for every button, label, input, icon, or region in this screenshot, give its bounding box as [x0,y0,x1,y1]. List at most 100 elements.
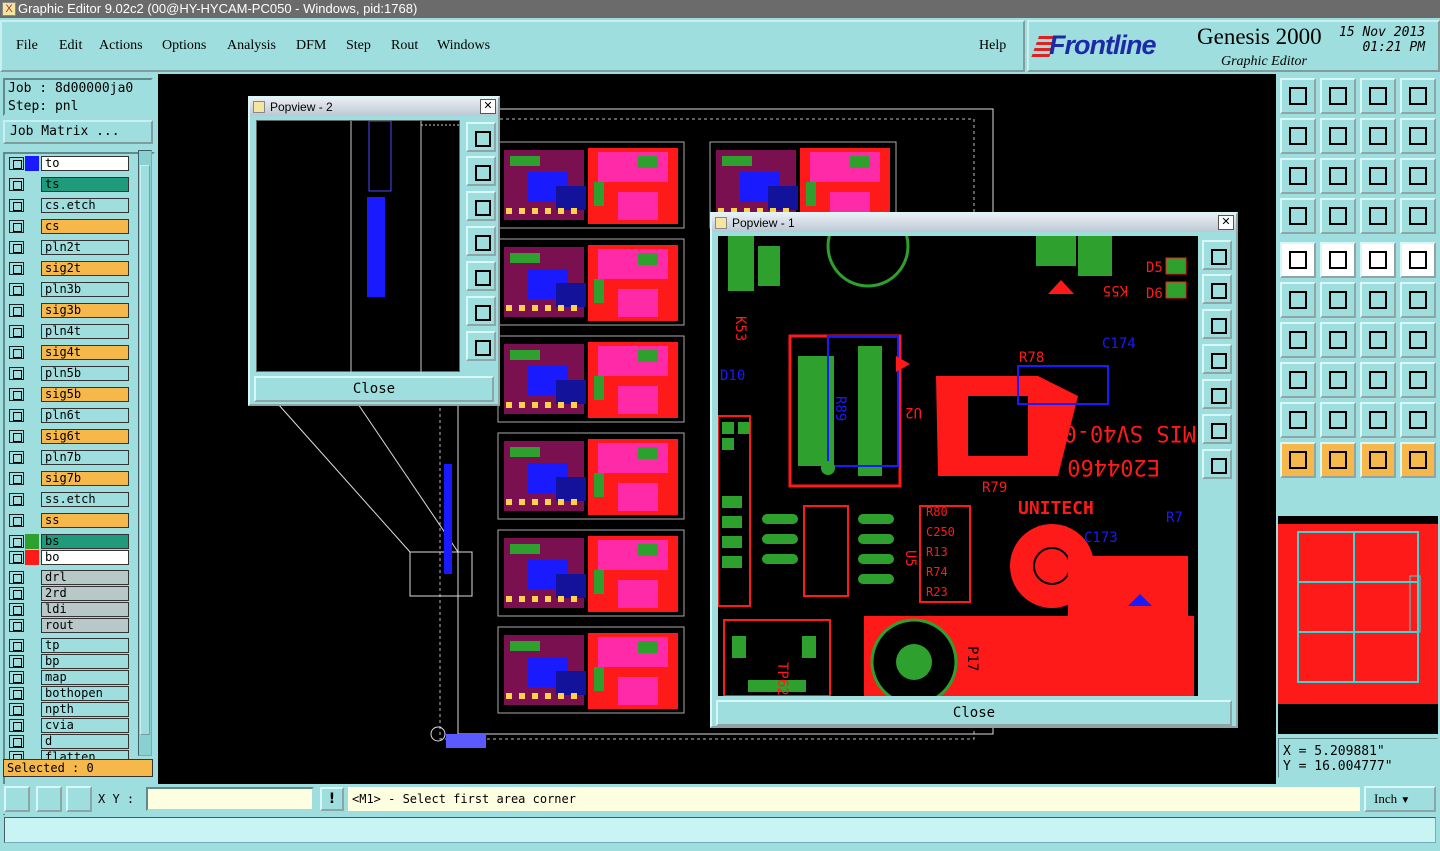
layer-row-cvia[interactable]: cvia [9,718,129,733]
layer-name[interactable]: sig4t [41,345,129,360]
layer-checkbox[interactable] [9,719,24,732]
overview-map[interactable] [1278,516,1438,734]
split-view-icon[interactable] [1400,78,1436,114]
measure-icon[interactable] [36,786,62,812]
layers-a-icon[interactable] [1360,198,1396,234]
layer-row-sig7b[interactable]: sig7b [9,471,129,486]
layer-row-ss[interactable]: ss [9,513,129,528]
layer-name[interactable]: to [41,156,129,171]
angle-b-icon[interactable] [1320,322,1356,358]
layer-name[interactable]: bothopen [41,686,129,701]
layer-row-d[interactable]: d [9,734,129,749]
layer-row-pln2t[interactable]: pln2t [9,240,129,255]
pointer-a-icon[interactable] [1280,442,1316,478]
grid-icon[interactable] [66,786,92,812]
popview-1-titlebar[interactable]: Popview - 1 ✕ [712,214,1236,232]
popview-2-tool-3[interactable] [466,191,496,221]
circle-icon[interactable] [1400,242,1436,278]
layer-name[interactable]: sig5b [41,387,129,402]
layer-row-sig2t[interactable]: sig2t [9,261,129,276]
layer-row-pln3b[interactable]: pln3b [9,282,129,297]
layer-row-ldi[interactable]: ldi [9,602,129,617]
layer-name[interactable]: bp [41,654,129,669]
layer-checkbox[interactable] [9,409,24,422]
layer-name[interactable]: d [41,734,129,749]
angle-a-icon[interactable] [1280,322,1316,358]
layer-name[interactable]: ss.etch [41,492,129,507]
ruler-icon[interactable] [1360,242,1396,278]
close-icon[interactable]: ✕ [1218,215,1234,230]
popview-1-tool-3[interactable] [1202,309,1232,339]
popview-2-canvas[interactable] [256,120,461,373]
layer-checkbox[interactable] [9,655,24,668]
layer-name[interactable]: cvia [41,718,129,733]
menu-analysis[interactable]: Analysis [227,38,276,54]
undo-icon[interactable] [1280,118,1316,154]
layer-checkbox[interactable] [9,199,24,212]
layer-name[interactable]: bs [41,534,129,549]
layer-name[interactable]: sig3b [41,303,129,318]
layer-name[interactable]: pln7b [41,450,129,465]
pointer-d-icon[interactable] [1400,442,1436,478]
triangle-d-icon[interactable] [1400,402,1436,438]
layer-row-bo[interactable]: bo [9,550,129,565]
popview-2-tool-1[interactable] [466,122,496,152]
layer-checkbox[interactable] [9,571,24,584]
popview-1-tool-7[interactable] [1202,449,1232,479]
redo-icon[interactable] [1320,118,1356,154]
layer-name[interactable]: pln2t [41,240,129,255]
triangle-c-icon[interactable] [1360,402,1396,438]
layer-checkbox[interactable] [9,241,24,254]
layer-row-2rd[interactable]: 2rd [9,586,129,601]
scale-icon[interactable] [1360,158,1396,194]
swap-icon[interactable] [1360,118,1396,154]
layer-checkbox[interactable] [9,283,24,296]
popview-2-tool-4[interactable] [466,226,496,256]
popview-2-tool-2[interactable] [466,156,496,186]
scrollbar-thumb[interactable] [140,165,150,735]
layer-checkbox[interactable] [9,671,24,684]
close-icon[interactable]: ✕ [480,99,496,114]
select-icon[interactable] [1280,362,1316,398]
layer-name[interactable]: pln4t [41,324,129,339]
job-matrix-button[interactable]: Job Matrix ... [3,120,153,144]
popview-2-titlebar[interactable]: Popview - 2 ✕ [250,98,498,116]
layer-name[interactable]: rout [41,618,129,633]
layer-row-sig6t[interactable]: sig6t [9,429,129,444]
layer-checkbox[interactable] [9,304,24,317]
menu-step[interactable]: Step [346,38,371,54]
layer-row-bs[interactable]: bs [9,534,129,549]
popview-1-tool-6[interactable] [1202,414,1232,444]
center-icon[interactable] [1320,158,1356,194]
layer-checkbox[interactable] [9,603,24,616]
layer-row-sig4t[interactable]: sig4t [9,345,129,360]
layer-row-pln4t[interactable]: pln4t [9,324,129,339]
layer-row-tp[interactable]: tp [9,638,129,653]
layer-name[interactable]: tp [41,638,129,653]
layer-row-cs.etch[interactable]: cs.etch [9,198,129,213]
popview-2-tool-5[interactable] [466,261,496,291]
layer-checkbox[interactable] [9,388,24,401]
layer-row-bothopen[interactable]: bothopen [9,686,129,701]
menu-windows[interactable]: Windows [437,38,490,54]
layer-row-pln6t[interactable]: pln6t [9,408,129,423]
layer-row-to[interactable]: to [9,156,129,171]
layer-name[interactable]: map [41,670,129,685]
popview-1-tool-4[interactable] [1202,344,1232,374]
layer-name[interactable]: pln5b [41,366,129,381]
layer-checkbox[interactable] [9,430,24,443]
layer-row-map[interactable]: map [9,670,129,685]
layer-name[interactable]: sig2t [41,261,129,276]
layer-name[interactable]: ldi [41,602,129,617]
home-icon[interactable] [1280,78,1316,114]
popview-2-close-button[interactable]: Close [254,376,494,402]
menu-edit[interactable]: Edit [59,38,82,54]
snap-icon[interactable] [4,786,30,812]
line-icon[interactable] [1320,242,1356,278]
layer-row-ss.etch[interactable]: ss.etch [9,492,129,507]
layer-name[interactable]: 2rd [41,586,129,601]
layer-checkbox[interactable] [9,619,24,632]
layer-row-ts[interactable]: ts [9,177,129,192]
layer-checkbox[interactable] [9,220,24,233]
layer-name[interactable]: cs [41,219,129,234]
